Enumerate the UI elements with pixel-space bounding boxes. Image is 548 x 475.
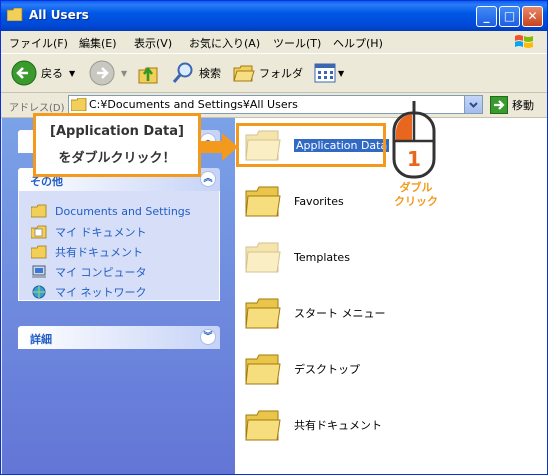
address-label: アドレス(D)	[9, 103, 65, 114]
up-folder-button[interactable]	[137, 60, 159, 86]
link-label: マイ ネットワーク	[55, 286, 147, 299]
forward-button[interactable]: ▼	[89, 60, 127, 86]
chevron-up-icon[interactable]: ︽	[200, 171, 216, 187]
link-my-computer[interactable]: マイ コンピュータ	[31, 264, 147, 280]
link-my-documents[interactable]: マイ ドキュメント	[31, 224, 147, 240]
folder-name: Favorites	[294, 194, 344, 208]
mouse-double-click-icon: 1	[392, 101, 436, 179]
window-title: All Users	[29, 8, 89, 22]
menu-tools[interactable]: ツール(T)	[273, 35, 321, 51]
arrow-right-icon	[200, 133, 238, 161]
minimize-button[interactable]: _	[476, 6, 497, 27]
menu-favorites[interactable]: お気に入り(A)	[189, 35, 260, 51]
instruction-line-1: [Application Data]	[50, 124, 184, 139]
highlight-frame	[236, 123, 386, 167]
toolbar: 戻る ▼ ▼ 検索 フォルダ ▼	[1, 54, 547, 93]
folder-icon	[245, 410, 281, 441]
go-button[interactable]: 移動	[490, 96, 534, 114]
explorer-window: All Users _ □ ✕ ファイル(F) 編集(E) 表示(V) お気に入…	[0, 0, 548, 475]
menu-bar: ファイル(F) 編集(E) 表示(V) お気に入り(A) ツール(T) ヘルプ(…	[1, 31, 547, 54]
back-button[interactable]: 戻る ▼	[11, 60, 75, 86]
title-bar[interactable]: All Users _ □ ✕	[1, 1, 547, 31]
folders-icon	[233, 65, 255, 82]
folders-label: フォルダ	[259, 67, 303, 80]
folder-icon	[245, 186, 281, 217]
shared-folder-icon	[31, 245, 47, 259]
folder-icon	[71, 98, 87, 111]
back-dropdown-icon[interactable]: ▼	[69, 69, 75, 78]
double-click-caption: ダブル クリック	[388, 181, 444, 209]
views-button[interactable]: ▼	[314, 60, 344, 86]
folder-item[interactable]: Favorites	[245, 184, 344, 218]
instruction-callout: [Application Data] をダブルクリック！	[33, 113, 201, 177]
menu-file[interactable]: ファイル(F)	[9, 35, 68, 51]
folder-name: スタート メニュー	[294, 307, 386, 320]
views-dropdown-icon[interactable]: ▼	[338, 69, 344, 78]
folder-item[interactable]: スタート メニュー	[245, 296, 386, 330]
folder-item[interactable]: 共有ドキュメント	[245, 408, 382, 442]
link-documents-and-settings[interactable]: Documents and Settings	[31, 204, 191, 218]
details-title: 詳細	[30, 333, 52, 346]
instruction-line-2: をダブルクリック！	[58, 151, 176, 166]
folder-name: 共有ドキュメント	[294, 419, 382, 432]
go-label: 移動	[512, 99, 534, 112]
folder-icon	[245, 298, 281, 329]
hidden-folder-icon	[245, 242, 281, 273]
folder-icon	[7, 8, 23, 21]
search-button[interactable]: 検索	[171, 60, 221, 86]
back-arrow-icon	[11, 60, 37, 86]
folder-name: デスクトップ	[294, 363, 360, 376]
folders-button[interactable]: フォルダ	[233, 60, 303, 86]
link-label: マイ コンピュータ	[55, 266, 147, 279]
maximize-button[interactable]: □	[499, 6, 520, 27]
menu-edit[interactable]: 編集(E)	[79, 35, 117, 51]
go-arrow-icon	[490, 96, 508, 114]
details-panel-header[interactable]: 詳細 ︾	[18, 326, 220, 349]
address-dropdown-button[interactable]	[464, 96, 482, 113]
folder-icon	[245, 354, 281, 385]
chevron-down-icon	[469, 102, 478, 108]
menu-view[interactable]: 表示(V)	[134, 35, 172, 51]
menu-help[interactable]: ヘルプ(H)	[333, 35, 383, 51]
folder-name: Templates	[294, 250, 350, 264]
other-places-panel: Documents and Settings マイ ドキュメント 共有ドキュメン…	[18, 191, 220, 301]
windows-logo-icon	[515, 35, 533, 48]
my-computer-icon	[32, 265, 46, 278]
search-label: 検索	[199, 67, 221, 80]
forward-dropdown-icon[interactable]: ▼	[121, 69, 127, 78]
folder-item[interactable]: デスクトップ	[245, 352, 360, 386]
close-button[interactable]: ✕	[522, 6, 543, 27]
views-icon	[314, 63, 336, 83]
caption-line-1: ダブル	[399, 181, 433, 194]
link-label: Documents and Settings	[55, 204, 191, 218]
link-label: 共有ドキュメント	[55, 246, 143, 259]
search-icon	[172, 62, 193, 83]
step-number: 1	[407, 147, 421, 171]
up-folder-icon	[138, 66, 158, 84]
my-documents-icon	[31, 225, 47, 239]
folder-icon	[31, 204, 47, 218]
chevron-down-icon[interactable]: ︾	[200, 329, 216, 345]
folder-item[interactable]: Templates	[245, 240, 350, 274]
address-path: C:¥Documents and Settings¥All Users	[89, 98, 298, 111]
link-my-network[interactable]: マイ ネットワーク	[31, 284, 147, 300]
forward-arrow-icon	[89, 60, 115, 86]
link-shared-documents[interactable]: 共有ドキュメント	[31, 244, 143, 260]
caption-line-2: クリック	[394, 195, 438, 208]
link-label: マイ ドキュメント	[55, 226, 147, 239]
network-icon	[32, 285, 46, 299]
back-label: 戻る	[41, 67, 63, 80]
